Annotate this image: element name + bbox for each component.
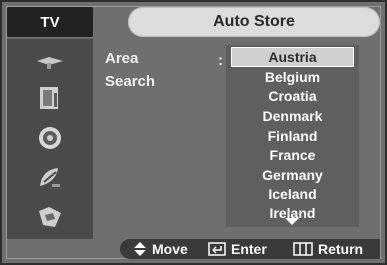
list-item[interactable]: Germany [226, 166, 359, 184]
sidebar-item-picture[interactable] [7, 81, 93, 117]
area-label: Area [105, 50, 139, 67]
osd-screen: TV Auto Store Area: Search Austria Belg… [0, 0, 387, 265]
sidebar-item-channel[interactable] [7, 159, 93, 195]
area-listbox[interactable]: Austria Belgium Croatia Denmark Finland … [226, 45, 359, 227]
page-title: Auto Store [128, 7, 380, 37]
search-label[interactable]: Search [105, 73, 155, 90]
menu-icon [293, 242, 313, 256]
list-item-selected[interactable]: Austria [231, 47, 354, 67]
list-item[interactable]: Croatia [226, 87, 359, 105]
tv-tab[interactable]: TV [7, 7, 93, 37]
move-label: Move [152, 241, 188, 257]
picture-icon [37, 85, 63, 113]
sidebar-item-input[interactable] [7, 43, 93, 79]
up-down-arrows-icon [133, 241, 147, 257]
list-item[interactable]: France [226, 146, 359, 164]
list-item[interactable]: Finland [226, 127, 359, 145]
enter-label: Enter [231, 241, 267, 257]
sidebar-item-setup[interactable] [7, 199, 93, 235]
triangle-down-icon[interactable] [285, 218, 299, 225]
setup-icon [35, 203, 65, 231]
menu-icon-column [7, 39, 93, 239]
enter-icon [208, 242, 226, 256]
list-item[interactable]: Iceland [226, 185, 359, 203]
antenna-icon [35, 51, 65, 71]
return-hint: Return [293, 241, 363, 257]
list-item[interactable]: Denmark [226, 107, 359, 125]
sidebar-item-sound[interactable] [7, 120, 93, 156]
move-hint: Move [133, 241, 188, 257]
speaker-icon [37, 125, 63, 151]
enter-hint: Enter [208, 241, 267, 257]
area-separator: : [218, 52, 223, 69]
list-item[interactable]: Belgium [226, 68, 359, 86]
satellite-dish-icon [36, 164, 64, 190]
return-label: Return [318, 241, 364, 257]
